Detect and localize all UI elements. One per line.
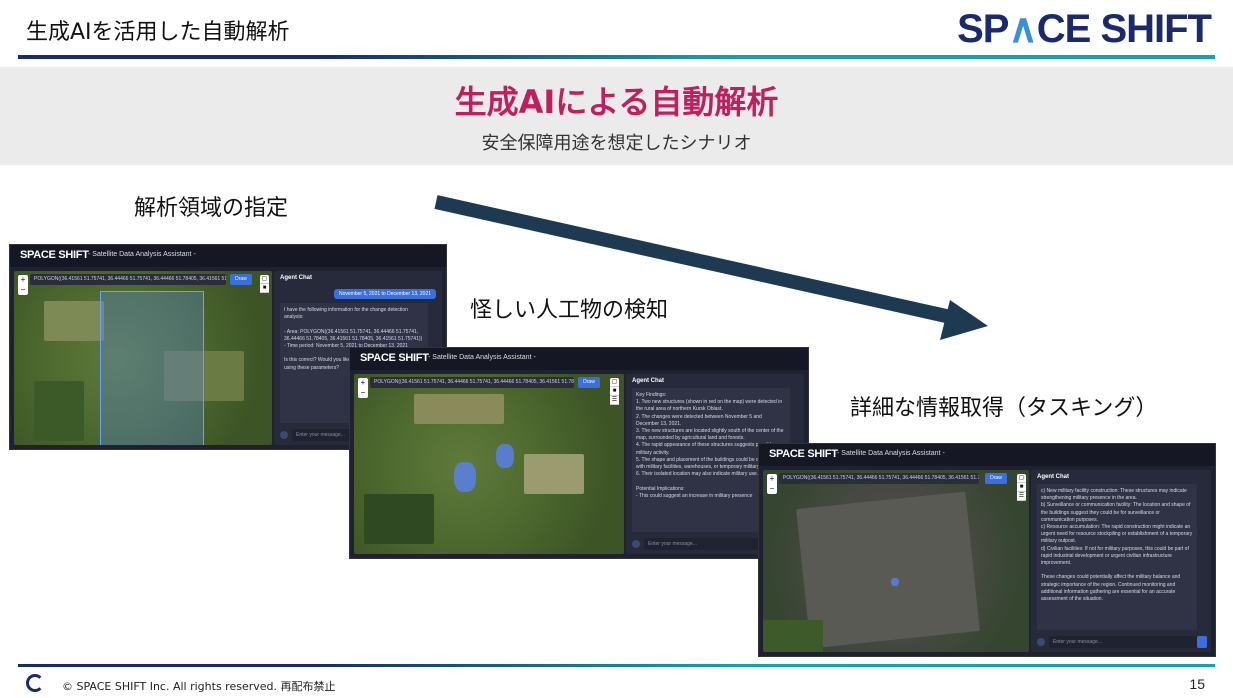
footer-divider: [18, 664, 1215, 667]
polygon-readout: POLYGON((36.41561 51.75741, 36.44466 51.…: [370, 377, 574, 388]
app-logo: SPACE SHIFT: [769, 448, 838, 460]
slide-title: 生成AIを活用した自動解析: [26, 20, 290, 45]
map-tools[interactable]: ▢ ■ ☰: [610, 378, 619, 405]
polygon-readout: POLYGON((36.41561 51.75741, 36.44466 51.…: [30, 274, 226, 285]
banner-subtitle: 安全保障用途を想定したシナリオ: [481, 133, 752, 154]
app-screenshot-detect: SPACE SHIFT - Satellite Data Analysis As…: [349, 347, 809, 559]
map-view[interactable]: + − POLYGON((36.41561 51.75741, 36.44466 …: [354, 374, 624, 554]
chat-title: Agent Chat: [1037, 474, 1069, 480]
step-label-area: 解析領域の指定: [134, 196, 289, 221]
detected-structure[interactable]: [496, 444, 514, 468]
map-tools[interactable]: ▢ ■: [260, 275, 269, 293]
polygon-readout: POLYGON((36.41561 51.75741, 36.44466 51.…: [779, 473, 979, 484]
agent-avatar: [632, 540, 640, 548]
map-view[interactable]: + − POLYGON((36.41561 51.75741, 36.44466 …: [763, 470, 1029, 652]
step-label-tasking: 詳細な情報取得（タスキング）: [850, 396, 1158, 421]
app-subtitle: - Satellite Data Analysis Assistant -: [837, 450, 945, 457]
selection-polygon[interactable]: [100, 291, 204, 445]
page-number: 15: [1189, 676, 1205, 692]
draw-button[interactable]: Draw: [578, 377, 600, 388]
company-mark-icon: [26, 674, 44, 692]
detected-structure[interactable]: [454, 462, 476, 492]
app-logo: SPACE SHIFT: [360, 352, 429, 364]
app-logo: SPACE SHIFT: [20, 249, 89, 261]
zoom-control[interactable]: + −: [358, 378, 368, 398]
app-header: SPACE SHIFT - Satellite Data Analysis As…: [350, 348, 808, 370]
zoom-control[interactable]: + −: [18, 275, 28, 295]
zoom-control[interactable]: + −: [767, 474, 777, 494]
step-label-detect: 怪しい人工物の検知: [470, 298, 669, 323]
header-divider: [18, 55, 1215, 59]
brand-logo: SP∧CE SHIFT: [957, 7, 1212, 51]
draw-button[interactable]: Draw: [985, 473, 1007, 484]
chat-title: Agent Chat: [280, 275, 312, 281]
app-screenshot-tasking: SPACE SHIFT - Satellite Data Analysis As…: [758, 443, 1216, 657]
map-view[interactable]: + − POLYGON((36.41561 51.75741, 36.44466 …: [14, 271, 272, 445]
app-subtitle: - Satellite Data Analysis Assistant -: [428, 354, 536, 361]
detected-structure[interactable]: [891, 578, 899, 586]
app-header: SPACE SHIFT - Satellite Data Analysis As…: [759, 444, 1215, 466]
send-button[interactable]: [1197, 636, 1207, 648]
agent-message: c) New military facility construction: T…: [1037, 484, 1197, 630]
chat-input[interactable]: Enter your message...: [1049, 636, 1197, 648]
agent-avatar: [280, 431, 288, 439]
app-header: SPACE SHIFT - Satellite Data Analysis As…: [10, 245, 446, 267]
copyright: © SPACE SHIFT Inc. All rights reserved. …: [62, 680, 336, 693]
banner-title: 生成AIによる自動解析: [454, 83, 779, 121]
agent-chat-panel: Agent Chat c) New military facility cons…: [1031, 470, 1211, 652]
map-tools[interactable]: ▢ ■ ☰: [1017, 474, 1026, 501]
app-subtitle: - Satellite Data Analysis Assistant -: [88, 251, 196, 258]
user-message: November 5, 2021 to December 13, 2021: [334, 289, 436, 299]
chat-title: Agent Chat: [632, 378, 664, 384]
banner: 生成AIによる自動解析 安全保障用途を想定したシナリオ: [0, 67, 1233, 165]
draw-button[interactable]: Draw: [230, 274, 252, 285]
agent-avatar: [1037, 638, 1045, 646]
